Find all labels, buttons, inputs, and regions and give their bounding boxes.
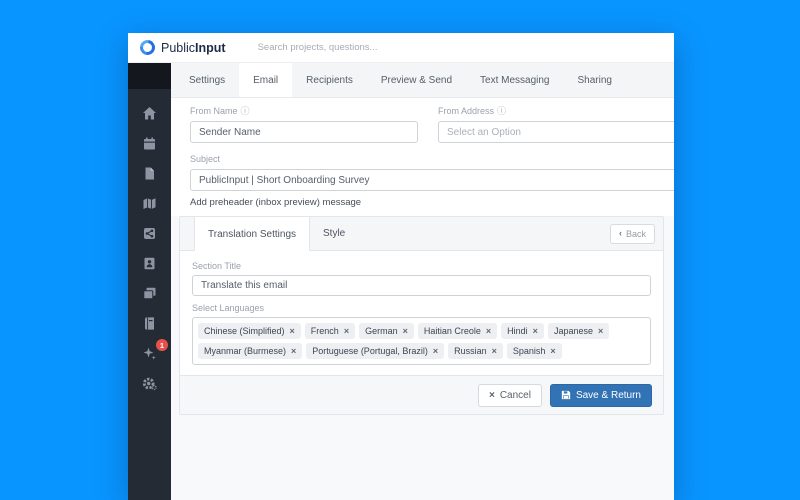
remove-tag-icon[interactable]: × <box>290 326 295 336</box>
tab-preview-send[interactable]: Preview & Send <box>367 63 466 97</box>
language-tag: Haitian Creole× <box>418 323 497 339</box>
remove-tag-icon[interactable]: × <box>291 346 296 356</box>
language-tag: Myanmar (Burmese)× <box>198 343 302 359</box>
remove-tag-icon[interactable]: × <box>598 326 603 336</box>
languages-multiselect[interactable]: Chinese (Simplified)× French× German× Ha… <box>192 317 651 365</box>
tab-email[interactable]: Email <box>239 63 292 97</box>
from-name-label: From Name ⓘ <box>190 106 418 117</box>
sparkle-icon <box>142 346 157 361</box>
section-title-input[interactable] <box>192 275 651 296</box>
language-tag: Spanish× <box>507 343 562 359</box>
tab-translation-settings[interactable]: Translation Settings <box>194 217 310 251</box>
language-tag: Portuguese (Portugal, Brazil)× <box>306 343 444 359</box>
book-icon <box>142 316 157 331</box>
publicinput-logo[interactable]: PublicInput <box>140 40 226 55</box>
language-tag: French× <box>305 323 355 339</box>
sidebar-item-share[interactable] <box>128 218 171 248</box>
report-icon <box>142 166 157 181</box>
settings-icon <box>142 376 157 391</box>
from-name-input[interactable] <box>190 121 418 143</box>
sidebar-item-home[interactable] <box>128 98 171 128</box>
translation-card-tabstrip: Translation Settings Style ‹ Back <box>180 217 663 251</box>
back-button[interactable]: ‹ Back <box>610 224 655 244</box>
remove-tag-icon[interactable]: × <box>550 346 555 356</box>
logo-text: PublicInput <box>161 41 226 55</box>
select-languages-label: Select Languages <box>192 302 651 314</box>
add-preheader-link[interactable]: Add preheader (inbox preview) message <box>190 197 361 208</box>
sidebar-item-report[interactable] <box>128 158 171 188</box>
language-tag: Chinese (Simplified)× <box>198 323 301 339</box>
remove-tag-icon[interactable]: × <box>344 326 349 336</box>
subject-label: Subject <box>190 154 674 165</box>
sidebar-item-calendar[interactable] <box>128 128 171 158</box>
global-search-input[interactable] <box>256 41 450 54</box>
from-address-label: From Address ⓘ <box>438 106 674 117</box>
logo-ring-icon <box>137 37 158 58</box>
sidebar-top-block <box>128 63 171 89</box>
chevron-left-icon: ‹ <box>619 229 622 238</box>
home-icon <box>142 106 157 121</box>
translation-card-body: Section Title Select Languages Chinese (… <box>180 251 663 375</box>
lower-region: Translation Settings Style ‹ Back Sectio… <box>171 216 674 500</box>
from-address-select[interactable] <box>438 121 674 143</box>
info-icon[interactable]: ⓘ <box>241 106 250 117</box>
language-tag: Hindi× <box>501 323 544 339</box>
map-icon <box>142 196 157 211</box>
translation-card: Translation Settings Style ‹ Back Sectio… <box>179 216 664 415</box>
email-form: From Name ⓘ From Address ⓘ <box>171 98 674 216</box>
sidebar-item-map[interactable] <box>128 188 171 218</box>
remove-tag-icon[interactable]: × <box>433 346 438 356</box>
tab-style[interactable]: Style <box>310 217 358 250</box>
tab-sharing[interactable]: Sharing <box>564 63 626 97</box>
translation-card-footer: × Cancel Save & Return <box>180 375 663 414</box>
share-icon <box>142 226 157 241</box>
section-title-label: Section Title <box>192 260 651 272</box>
primary-tabstrip: Settings Email Recipients Preview & Send… <box>171 63 674 98</box>
calendar-icon <box>142 136 157 151</box>
language-tag: Japanese× <box>548 323 609 339</box>
info-icon[interactable]: ⓘ <box>497 106 506 117</box>
tab-recipients[interactable]: Recipients <box>292 63 367 97</box>
remove-tag-icon[interactable]: × <box>533 326 538 336</box>
language-tag: German× <box>359 323 414 339</box>
sidebar-item-contacts[interactable] <box>128 248 171 278</box>
remove-tag-icon[interactable]: × <box>486 326 491 336</box>
sidebar-item-book[interactable] <box>128 308 171 338</box>
language-tag: Russian× <box>448 343 503 359</box>
tab-settings[interactable]: Settings <box>175 63 239 97</box>
app-window: PublicInput <box>128 33 674 500</box>
save-return-button[interactable]: Save & Return <box>550 384 652 407</box>
sidebar-nav: 1 <box>128 63 171 500</box>
app-header: PublicInput <box>128 33 674 63</box>
notification-badge: 1 <box>156 339 168 351</box>
sidebar-item-settings[interactable] <box>128 368 171 398</box>
cancel-button[interactable]: × Cancel <box>478 384 542 407</box>
save-icon <box>561 390 571 400</box>
tab-text-messaging[interactable]: Text Messaging <box>466 63 563 97</box>
remove-tag-icon[interactable]: × <box>403 326 408 336</box>
sidebar-item-ai[interactable]: 1 <box>128 338 171 368</box>
main-content: Settings Email Recipients Preview & Send… <box>171 63 674 500</box>
collections-icon <box>142 286 157 301</box>
subject-input[interactable] <box>190 169 674 191</box>
desktop-background: PublicInput <box>0 0 800 500</box>
sidebar-item-collections[interactable] <box>128 278 171 308</box>
remove-tag-icon[interactable]: × <box>492 346 497 356</box>
contacts-icon <box>142 256 157 271</box>
close-icon: × <box>489 390 495 401</box>
